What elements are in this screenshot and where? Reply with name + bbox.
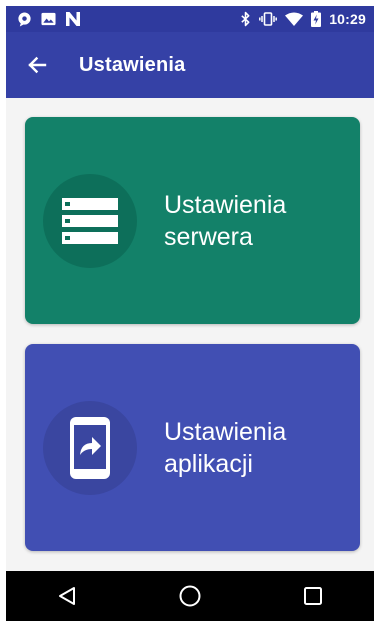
image-icon xyxy=(41,12,56,26)
server-settings-label: Ustawienia serwera xyxy=(164,189,286,253)
server-icon-circle xyxy=(43,173,137,268)
app-settings-label: Ustawienia aplikacji xyxy=(164,416,286,480)
n-logo-icon xyxy=(65,12,81,26)
back-button[interactable] xyxy=(17,45,57,85)
phone-forward-icon xyxy=(70,416,110,479)
clock: 10:29 xyxy=(329,11,366,27)
nav-recents-button[interactable] xyxy=(283,571,343,621)
navigation-bar xyxy=(6,571,374,621)
server-list-icon xyxy=(62,197,118,244)
server-settings-card[interactable]: Ustawienia serwera xyxy=(25,117,360,324)
screen: 10:29 Ustawienia Ustawienia serwera Usta… xyxy=(6,6,374,621)
back-triangle-icon xyxy=(58,586,76,606)
arrow-back-icon xyxy=(27,55,47,75)
nav-home-button[interactable] xyxy=(160,571,220,621)
wifi-icon xyxy=(285,12,304,26)
chat-bubble-icon xyxy=(17,11,32,27)
page-title: Ustawienia xyxy=(79,53,186,76)
vibrate-icon xyxy=(259,12,278,26)
card-line2: aplikacji xyxy=(164,449,253,478)
app-bar: Ustawienia xyxy=(6,32,374,98)
nav-back-button[interactable] xyxy=(37,571,97,621)
bluetooth-icon xyxy=(240,11,251,27)
card-line1: Ustawienia xyxy=(164,190,287,219)
home-circle-icon xyxy=(179,585,201,607)
battery-charging-icon xyxy=(311,11,322,27)
card-line1: Ustawienia xyxy=(164,417,287,446)
recents-square-icon xyxy=(303,587,322,605)
status-bar: 10:29 xyxy=(6,6,374,32)
app-settings-card[interactable]: Ustawienia aplikacji xyxy=(25,344,360,551)
app-icon-circle xyxy=(43,400,137,495)
card-line2: serwera xyxy=(164,222,253,251)
